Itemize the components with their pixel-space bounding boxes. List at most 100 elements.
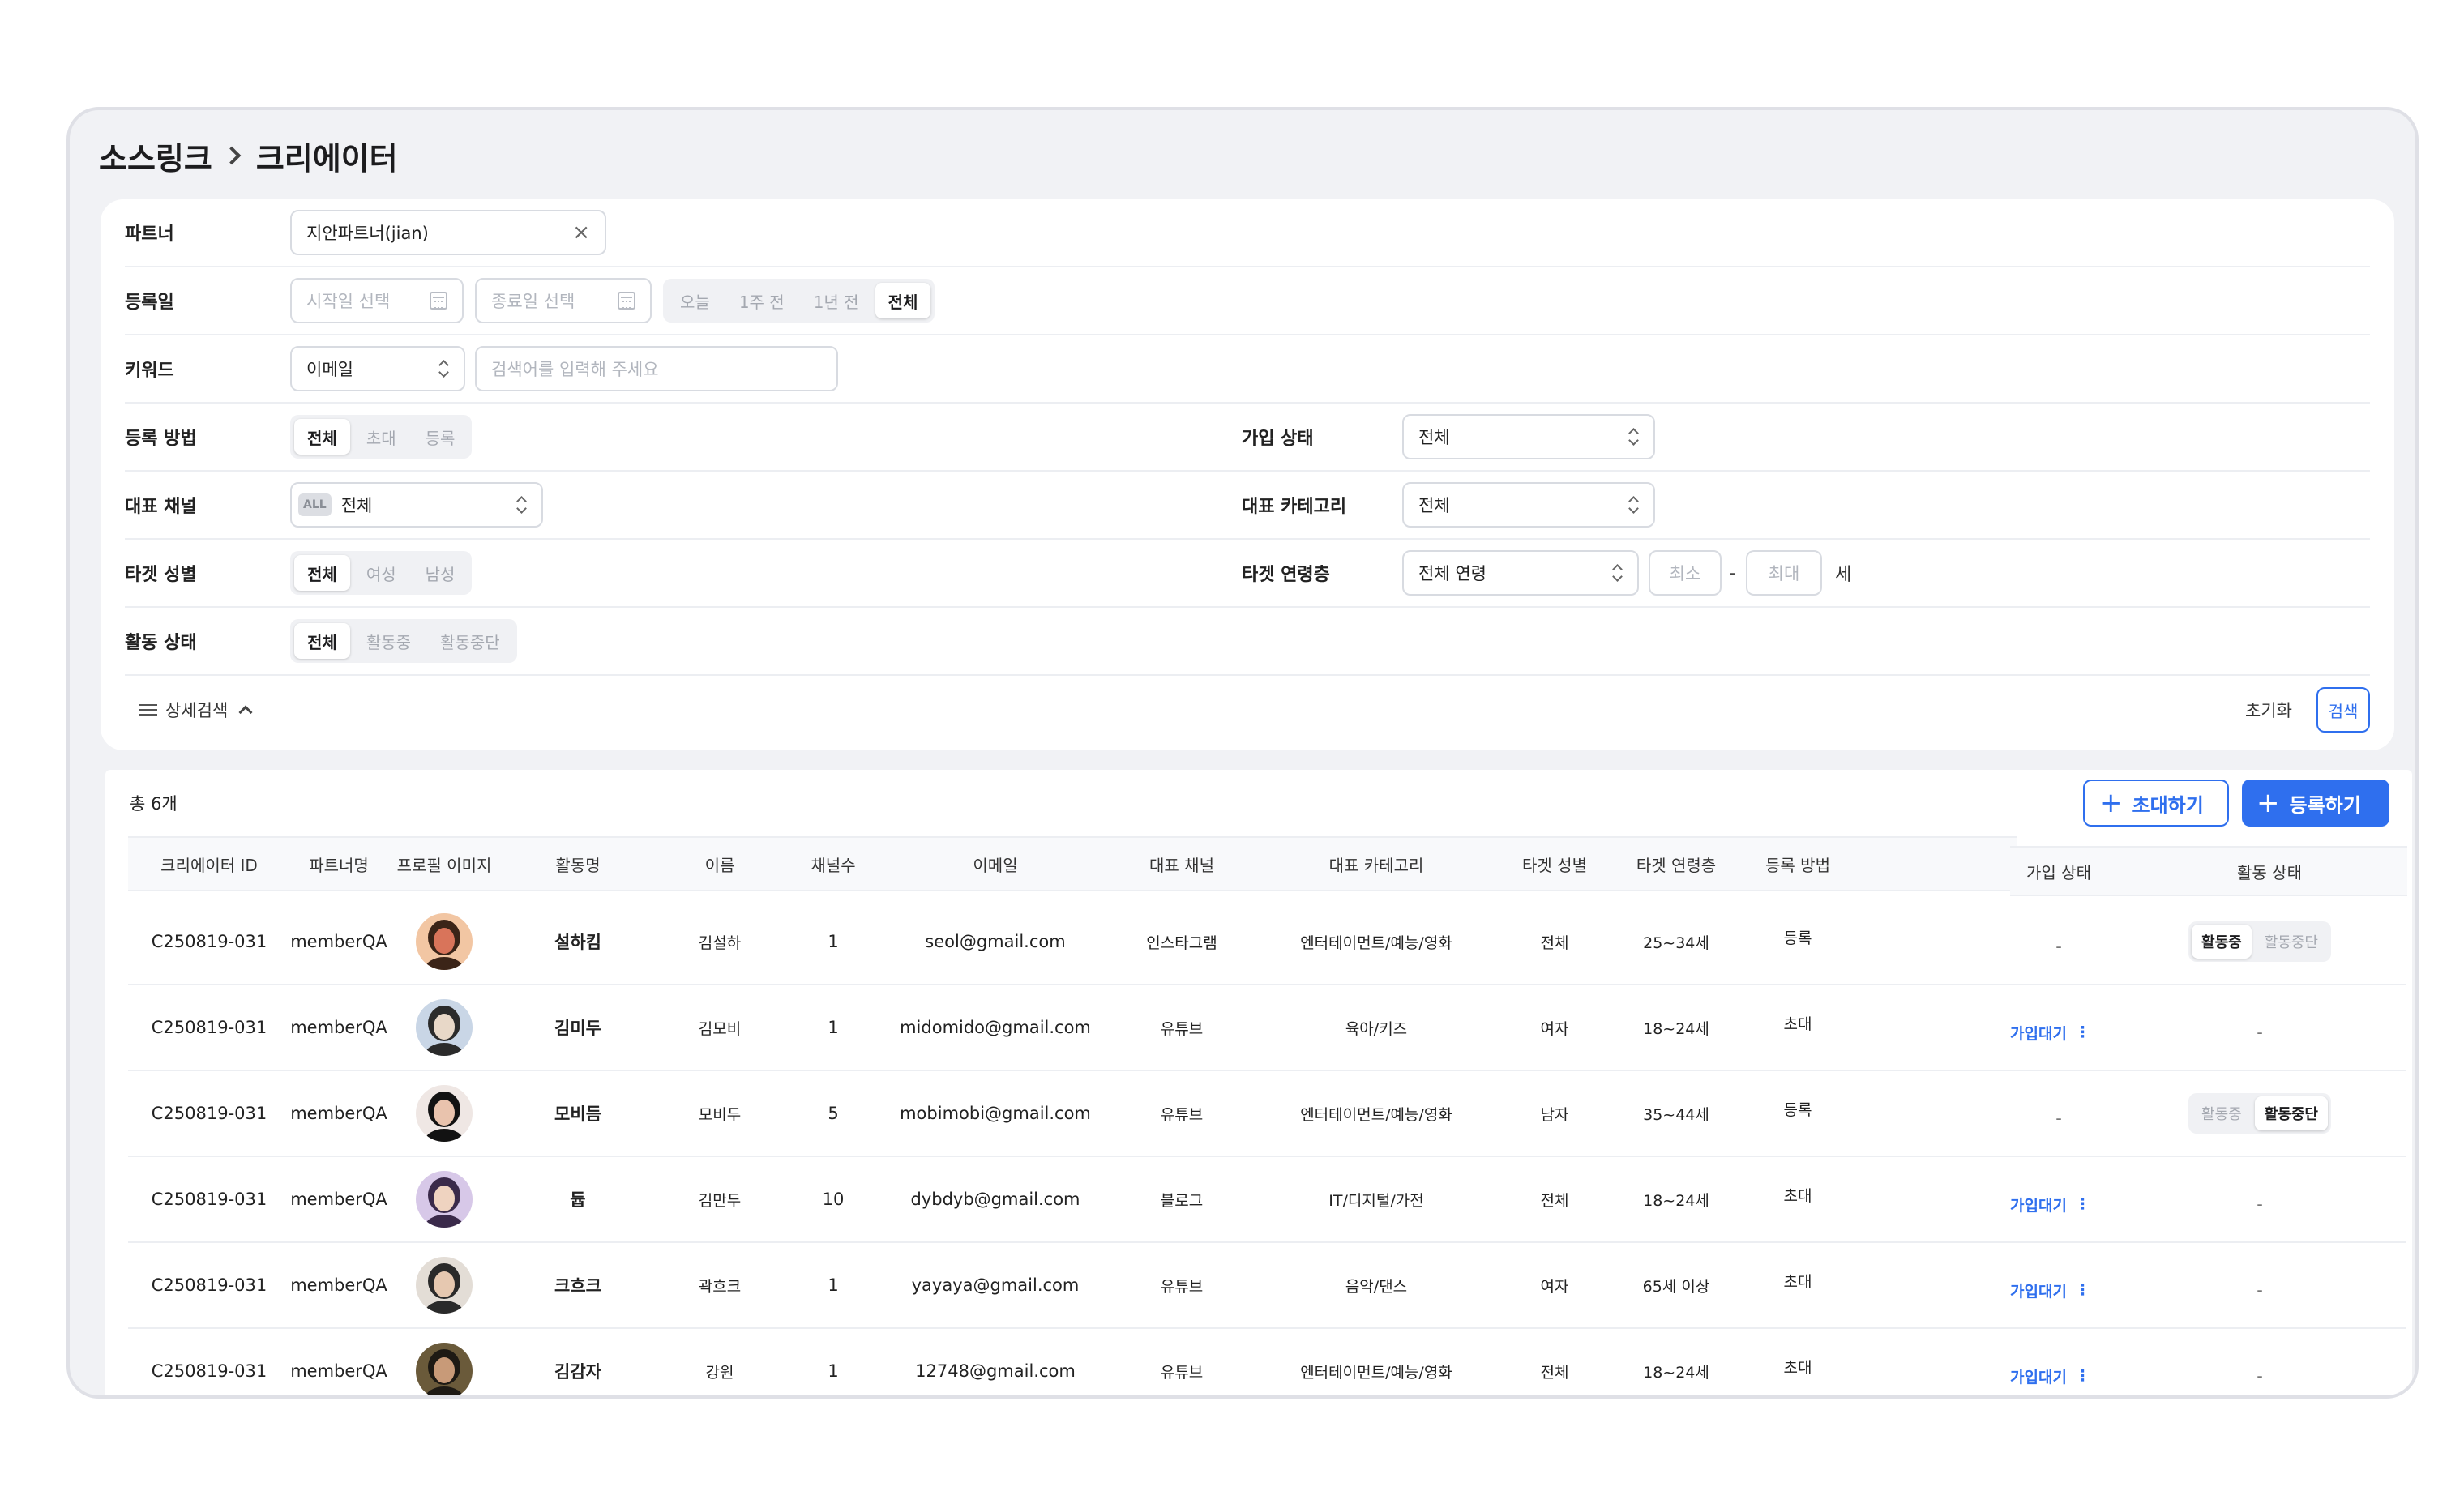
- col-target-age[interactable]: 타겟 연령층: [1611, 838, 1741, 890]
- main-category-label: 대표 카테고리: [1242, 497, 1347, 517]
- activity-off-option[interactable]: 활동중단: [2254, 1096, 2328, 1130]
- col-activity-status[interactable]: 활동 상태: [2164, 848, 2375, 895]
- col-main-channel[interactable]: 대표 채널: [1109, 838, 1255, 890]
- col-channels[interactable]: 채널수: [785, 838, 882, 890]
- range-all[interactable]: 전체: [875, 283, 931, 318]
- col-partner[interactable]: 파트너명: [290, 838, 387, 890]
- end-date-input[interactable]: 종료일 선택: [475, 278, 652, 323]
- range-1week[interactable]: 1주 전: [726, 283, 798, 318]
- gender-male[interactable]: 남성: [413, 555, 468, 591]
- activity-all[interactable]: 전체: [294, 623, 350, 659]
- reset-button[interactable]: 초기화: [2245, 698, 2292, 722]
- updown-icon: [1628, 495, 1639, 515]
- cell-channel: 블로그: [1160, 1191, 1204, 1210]
- kebab-icon[interactable]: ⋮: [2075, 1281, 2090, 1299]
- col-join-status[interactable]: 가입 상태: [2010, 848, 2107, 895]
- invite-button[interactable]: + 초대하기: [2083, 780, 2229, 827]
- kebab-icon[interactable]: ⋮: [2075, 1195, 2090, 1213]
- activity-status: -: [2257, 1194, 2263, 1214]
- kebab-icon[interactable]: ⋮: [2075, 1367, 2090, 1385]
- col-main-category[interactable]: 대표 카테고리: [1255, 838, 1498, 890]
- col-creator-id[interactable]: 크리에이터 ID: [128, 838, 290, 890]
- cell-nickname: 크흐크: [554, 1276, 601, 1296]
- age-min-input[interactable]: 최소: [1649, 550, 1722, 596]
- main-category-select[interactable]: 전체: [1402, 482, 1655, 528]
- reg-method-segment: 전체 초대 등록: [290, 415, 473, 459]
- keyword-input[interactable]: 검색어를 입력해 주세요: [475, 346, 838, 391]
- sliders-icon: [139, 703, 157, 717]
- join-status-select[interactable]: 전체: [1402, 414, 1655, 459]
- breadcrumb-item-root[interactable]: 소스링크: [99, 134, 212, 178]
- close-icon[interactable]: ×: [572, 220, 590, 245]
- activity-stopped[interactable]: 활동중단: [427, 623, 513, 659]
- range-today[interactable]: 오늘: [667, 283, 723, 318]
- table-row[interactable]: C250819-031 memberQA 설하킴 김설하 1 seol@gmail.com…: [128, 899, 2406, 985]
- method-invite[interactable]: 초대: [353, 419, 409, 455]
- col-email[interactable]: 이메일: [882, 838, 1109, 890]
- gender-all[interactable]: 전체: [294, 555, 350, 591]
- chevron-right-icon: [222, 146, 242, 165]
- table-row[interactable]: C250819-031 memberQA 모비듬 모비두 5 mobimobi@gmail…: [128, 1071, 2406, 1157]
- plus-icon: +: [2257, 787, 2280, 819]
- end-date-placeholder: 종료일 선택: [491, 292, 575, 311]
- table-row[interactable]: C250819-031 memberQA 김감자 강원 1 12748@gmail.com…: [128, 1329, 2406, 1395]
- join-status-label: 가입 상태: [1242, 429, 1314, 449]
- advanced-search-toggle[interactable]: 상세검색: [139, 698, 253, 722]
- reg-method-label: 등록 방법: [125, 429, 197, 449]
- join-status-link[interactable]: 가입대기 ⋮: [2010, 1334, 2107, 1395]
- filter-row-activity: 활동 상태 전체 활동중 활동중단: [125, 608, 2370, 676]
- activity-on-option[interactable]: 활동중: [2192, 1096, 2252, 1130]
- avatar[interactable]: [416, 1343, 473, 1395]
- search-button[interactable]: 검색: [2316, 687, 2370, 733]
- join-status-link[interactable]: 가입대기 ⋮: [2010, 1248, 2107, 1332]
- cell-nickname: 모비듬: [554, 1104, 601, 1124]
- profile-image-cell: [387, 1329, 501, 1395]
- col-nickname[interactable]: 활동명: [501, 838, 655, 890]
- method-all[interactable]: 전체: [294, 419, 350, 455]
- keyword-type-select[interactable]: 이메일: [290, 346, 465, 391]
- activity-status: -: [2257, 1023, 2263, 1042]
- profile-image-cell: [387, 1243, 501, 1327]
- keyword-placeholder: 검색어를 입력해 주세요: [491, 360, 659, 379]
- table-row[interactable]: C250819-031 memberQA 듑 김만두 10 dybdyb@gmail.co…: [128, 1157, 2406, 1243]
- kebab-icon[interactable]: ⋮: [2075, 1023, 2090, 1041]
- age-max-input[interactable]: 최대: [1746, 550, 1822, 596]
- activity-off-option[interactable]: 활동중단: [2255, 925, 2328, 959]
- gender-female[interactable]: 여성: [353, 555, 409, 591]
- profile-image-cell: [387, 1071, 501, 1156]
- activity-active[interactable]: 활동중: [353, 623, 424, 659]
- cell-category: 엔터테이먼트/예능/영화: [1300, 933, 1452, 952]
- start-date-input[interactable]: 시작일 선택: [290, 278, 464, 323]
- age-unit: 세: [1835, 565, 1852, 585]
- cell-email: yayaya@gmail.com: [911, 1275, 1080, 1295]
- range-1year[interactable]: 1년 전: [801, 283, 872, 318]
- join-status-label: 가입대기: [2010, 1196, 2067, 1215]
- plus-icon: +: [2099, 787, 2123, 819]
- col-reg-method[interactable]: 등록 방법: [1741, 838, 1854, 890]
- avatar[interactable]: [416, 1257, 473, 1314]
- avatar[interactable]: [416, 999, 473, 1056]
- filter-row-reg-date: 등록일 시작일 선택 종료일 선택 오늘 1주 전 1년 전 전체: [125, 267, 2370, 335]
- activity-on-option[interactable]: 활동중: [2192, 925, 2252, 959]
- avatar[interactable]: [416, 913, 473, 970]
- col-name[interactable]: 이름: [655, 838, 785, 890]
- main-channel-select[interactable]: ALL 전체: [290, 482, 543, 528]
- updown-icon: [1611, 563, 1623, 583]
- partner-select[interactable]: 지안파트너(jian) ×: [290, 210, 606, 255]
- cell-partner: memberQA: [290, 1190, 387, 1209]
- cell-partner: memberQA: [290, 1275, 387, 1295]
- cell-name: 강원: [705, 1363, 734, 1382]
- col-target-gender[interactable]: 타겟 성별: [1498, 838, 1611, 890]
- target-age-select[interactable]: 전체 연령: [1402, 550, 1639, 596]
- table-row[interactable]: C250819-031 memberQA 크흐크 곽흐크 1 yayaya@gmail.c…: [128, 1243, 2406, 1329]
- register-button[interactable]: + 등록하기: [2242, 780, 2389, 827]
- table-row[interactable]: C250819-031 memberQA 김미두 김모비 1 midomido@gmail…: [128, 985, 2406, 1071]
- cell-email: mobimobi@gmail.com: [900, 1104, 1091, 1123]
- cell-partner: memberQA: [290, 1104, 387, 1123]
- method-register[interactable]: 등록: [413, 419, 468, 455]
- page-title: 크리에이터: [255, 140, 398, 177]
- avatar[interactable]: [416, 1171, 473, 1228]
- join-status-link[interactable]: 가입대기 ⋮: [2010, 1162, 2107, 1246]
- avatar[interactable]: [416, 1085, 473, 1142]
- join-status-link[interactable]: 가입대기 ⋮: [2010, 990, 2107, 1074]
